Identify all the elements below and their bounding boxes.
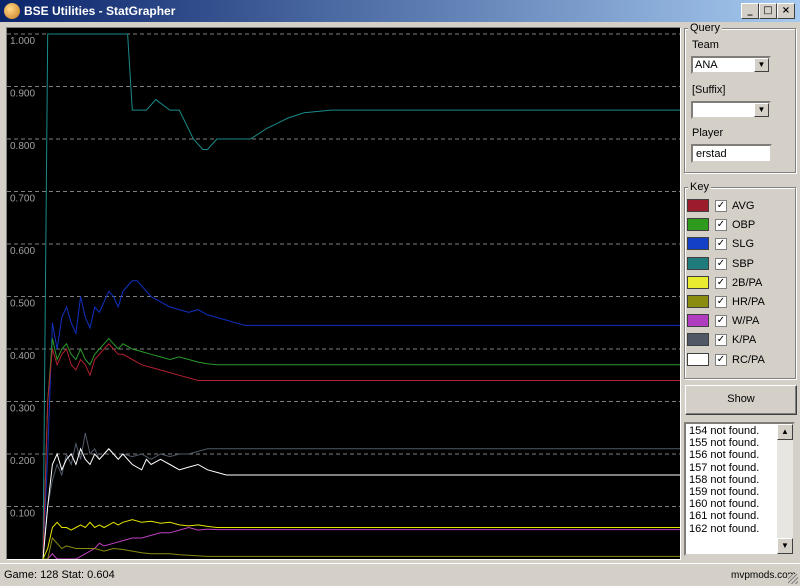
color-swatch — [687, 352, 709, 366]
log-line: 157 not found. — [689, 461, 760, 474]
log-line: 162 not found. — [689, 522, 760, 535]
color-swatch — [687, 199, 709, 212]
query-group-title: Query — [688, 22, 722, 34]
color-swatch — [687, 295, 709, 308]
checkbox[interactable]: ✓ — [715, 257, 727, 270]
y-tick-label: 0.100 — [10, 509, 35, 520]
series-line-2b-pa — [42, 519, 680, 559]
color-swatch — [687, 275, 709, 289]
player-input[interactable]: erstad — [691, 144, 772, 163]
suffix-select[interactable]: ▼ — [691, 101, 771, 119]
y-tick-label: 0.800 — [10, 141, 35, 152]
key-label: HR/PA — [732, 296, 765, 308]
key-label: SBP — [732, 257, 755, 270]
key-label: W/PA — [732, 315, 760, 328]
team-select[interactable]: ANA ▼ — [691, 56, 771, 74]
stat-graph: 1.000 0.900 0.800 0.700 0.600 0.500 0.400 0.300… — [6, 27, 681, 560]
key-label: 2B/PA — [732, 276, 763, 289]
checkbox[interactable]: ✓ — [715, 296, 727, 308]
color-swatch — [687, 237, 709, 251]
maximize-button[interactable]: □ — [759, 3, 777, 19]
key-label: RC/PA — [732, 353, 765, 366]
y-tick-label: 1.000 — [10, 36, 35, 47]
key-label: K/PA — [732, 334, 757, 347]
app-icon — [4, 3, 20, 19]
stat-graph-svg: 1.000 0.900 0.800 0.700 0.600 0.500 0.400 0.300… — [7, 33, 680, 559]
log-line: 155 not found. — [689, 437, 760, 450]
key-label: SLG — [732, 238, 755, 251]
status-text: Game: 128 Stat: 0.604 — [4, 569, 115, 581]
series-line-w-pa — [43, 526, 680, 559]
log-list[interactable]: 154 not found. 155 not found. 156 not foun… — [684, 422, 795, 556]
status-bar: Game: 128 Stat: 0.604 mvpmods.com — [0, 563, 800, 586]
series-line-slg — [42, 280, 680, 559]
log-line: 161 not found. — [689, 510, 760, 523]
y-tick-label: 0.500 — [10, 299, 35, 310]
scroll-up-icon[interactable]: ▲ — [777, 424, 793, 440]
suffix-label: [Suffix] — [692, 84, 726, 96]
color-swatch — [687, 314, 709, 328]
title-bar: BSE Utilities - StatGrapher _ □ × — [0, 0, 800, 22]
minimize-button[interactable]: _ — [741, 3, 759, 19]
log-scrollbar[interactable]: ▲ ▼ — [777, 424, 793, 554]
key-label: AVG — [732, 200, 755, 212]
y-tick-label: 0.200 — [10, 456, 35, 467]
log-line: 156 not found. — [689, 449, 760, 462]
series-line-hr-pa — [43, 536, 680, 559]
checkbox[interactable]: ✓ — [715, 334, 727, 347]
log-line: 160 not found. — [689, 498, 760, 511]
chevron-down-icon[interactable]: ▼ — [754, 58, 769, 72]
series-line-k-pa — [42, 432, 680, 559]
series-line-rc-pa — [42, 447, 680, 559]
close-button[interactable]: × — [777, 3, 795, 19]
y-tick-label: 0.900 — [10, 89, 35, 100]
color-swatch — [687, 256, 709, 270]
checkbox[interactable]: ✓ — [715, 315, 727, 328]
key-label: OBP — [732, 219, 756, 232]
team-label: Team — [692, 39, 719, 51]
team-select-value: ANA — [695, 59, 718, 71]
checkbox[interactable]: ✓ — [715, 219, 727, 232]
y-tick-label: 0.400 — [10, 351, 35, 362]
checkbox[interactable]: ✓ — [715, 200, 727, 212]
player-label: Player — [692, 127, 724, 139]
key-group-title: Key — [688, 181, 711, 193]
window-title: BSE Utilities - StatGrapher — [24, 4, 176, 18]
show-button[interactable]: Show — [685, 385, 797, 415]
log-line: 159 not found. — [689, 486, 760, 498]
scroll-down-icon[interactable]: ▼ — [777, 538, 793, 554]
color-swatch — [687, 218, 709, 232]
checkbox[interactable]: ✓ — [715, 353, 727, 366]
checkbox[interactable]: ✓ — [715, 276, 727, 289]
checkbox[interactable]: ✓ — [715, 238, 727, 251]
y-tick-label: 0.700 — [10, 194, 35, 205]
log-line: 154 not found. — [689, 425, 760, 437]
chevron-down-icon[interactable]: ▼ — [754, 103, 769, 117]
y-tick-label: 0.300 — [10, 404, 35, 415]
watermark: mvpmods.com — [730, 570, 796, 581]
color-swatch — [687, 333, 709, 347]
series-line-avg — [42, 343, 680, 559]
log-line: 158 not found. — [689, 473, 760, 486]
resize-grip-icon[interactable] — [788, 574, 798, 584]
y-tick-label: 0.600 — [10, 246, 35, 257]
